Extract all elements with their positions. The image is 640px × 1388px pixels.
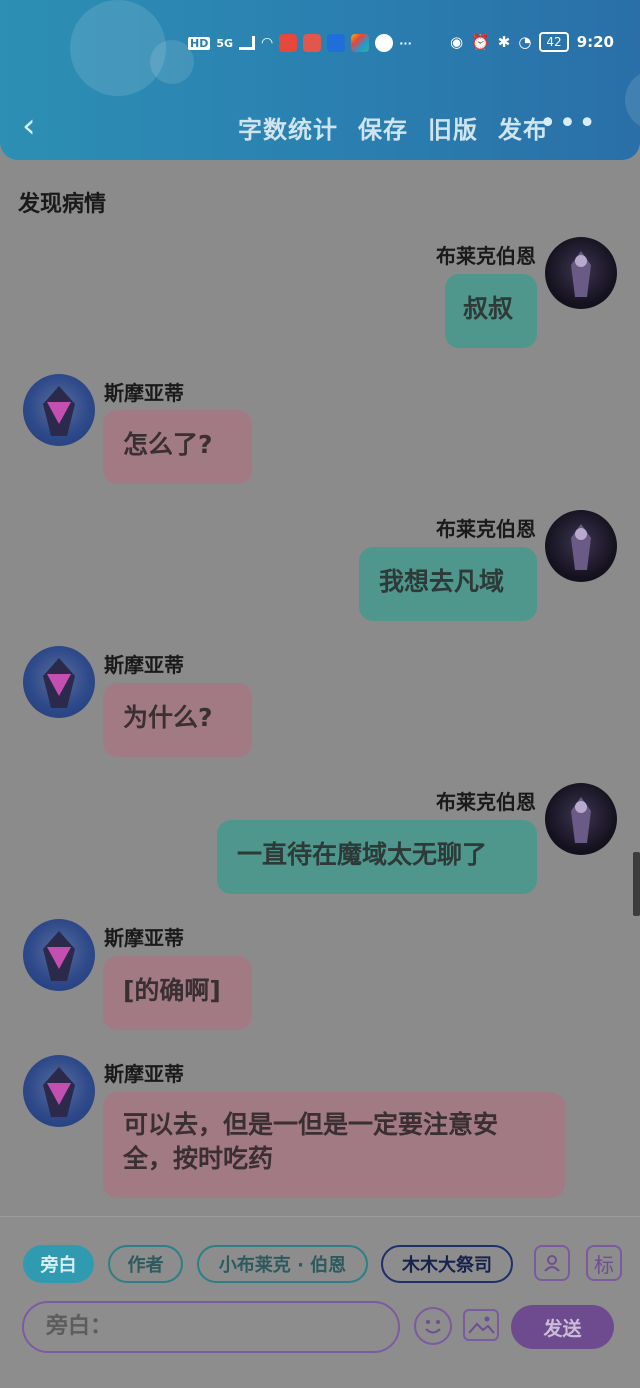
battery-indicator: 42 xyxy=(539,32,569,52)
send-button[interactable]: 发送 xyxy=(511,1305,614,1349)
decor-circle-right xyxy=(625,70,640,130)
signal-icon xyxy=(239,36,256,50)
sender-name: 布莱克伯恩 xyxy=(436,790,536,814)
avatar-smoathi[interactable] xyxy=(23,1055,95,1127)
status-right: ◉ ⏰ ✱ ◔ 42 9:20 xyxy=(450,32,614,52)
person-icon xyxy=(544,1255,560,1272)
message-input[interactable]: 旁白： xyxy=(22,1301,400,1353)
smile-glyph xyxy=(425,1320,441,1334)
sender-name: 布莱克伯恩 xyxy=(436,244,536,268)
character-figure-icon xyxy=(571,251,591,297)
sender-name: 斯摩亚蒂 xyxy=(104,926,184,950)
character-figure-icon xyxy=(43,1067,75,1117)
book-notification-icon xyxy=(303,34,322,52)
more-menu-icon[interactable]: ••• xyxy=(539,106,598,142)
image-icon[interactable] xyxy=(463,1309,499,1341)
avatar-smoathi[interactable] xyxy=(23,646,95,718)
role-chip-author[interactable]: 作者 xyxy=(108,1245,183,1283)
message-bubble[interactable]: 为什么? xyxy=(103,683,252,757)
mark-button[interactable]: 标 xyxy=(586,1245,622,1281)
bluetooth-icon: ✱ xyxy=(497,33,511,51)
character-figure-icon xyxy=(43,658,75,708)
character-figure-icon xyxy=(43,386,75,436)
avatar-blackburn[interactable] xyxy=(545,783,617,855)
character-figure-icon xyxy=(571,797,591,843)
message-bubble[interactable]: 叔叔 xyxy=(445,274,537,348)
word-count-button[interactable]: 字数统计 xyxy=(238,110,338,145)
sender-name: 斯摩亚蒂 xyxy=(104,381,184,405)
role-chip-character-2[interactable]: 木木大祭司 xyxy=(381,1245,513,1283)
status-left: HD 5G ◠ ··· xyxy=(188,34,412,52)
save-button[interactable]: 保存 xyxy=(358,110,408,145)
avatar-smoathi[interactable] xyxy=(23,919,95,991)
app-notification-icon xyxy=(279,34,298,52)
character-manage-icon[interactable] xyxy=(534,1245,570,1281)
avatar-smoathi[interactable] xyxy=(23,374,95,446)
sender-name: 斯摩亚蒂 xyxy=(104,653,184,677)
avatar-blackburn[interactable] xyxy=(545,237,617,309)
network-indicator: 5G xyxy=(216,36,234,50)
speed-icon: ◔ xyxy=(518,33,532,51)
message-bubble[interactable]: 一直待在魔域太无聊了 xyxy=(217,820,537,894)
toolbar: 字数统计 保存 旧版 发布 xyxy=(238,110,548,145)
message-bubble[interactable]: 我想去凡域 xyxy=(359,547,537,621)
wifi-icon: ◠ xyxy=(261,35,274,51)
message-bubble[interactable]: [的确啊] xyxy=(103,956,252,1030)
sender-name: 布莱克伯恩 xyxy=(436,517,536,541)
landscape-glyph xyxy=(468,1316,495,1334)
character-figure-icon xyxy=(43,931,75,981)
top-header: HD 5G ◠ ··· ◉ ⏰ ✱ ◔ 42 9:20 ‹ 字数统计 保存 旧版… xyxy=(0,0,640,160)
clock: 9:20 xyxy=(576,33,614,51)
nfc-icon: ◉ xyxy=(449,33,464,51)
message-notification-icon xyxy=(327,34,346,52)
sender-name: 斯摩亚蒂 xyxy=(104,1062,184,1086)
character-figure-icon xyxy=(571,524,591,570)
role-chip-character-1[interactable]: 小布莱克 · 伯恩 xyxy=(197,1245,368,1283)
back-chevron-icon[interactable]: ‹ xyxy=(22,106,54,146)
role-chip-narration[interactable]: 旁白 xyxy=(23,1245,94,1283)
hd-indicator: HD xyxy=(188,36,211,50)
composer-panel: 旁白 作者 小布莱克 · 伯恩 木木大祭司 标 旁白： 发送 xyxy=(0,1216,640,1388)
scrollbar-thumb[interactable] xyxy=(633,852,640,916)
old-version-button[interactable]: 旧版 xyxy=(428,110,478,145)
image-notification-icon xyxy=(351,34,370,52)
status-bar: HD 5G ◠ ··· ◉ ⏰ ✱ ◔ 42 9:20 xyxy=(0,30,640,64)
chat-title: 发现病情 xyxy=(18,192,107,217)
emoji-icon[interactable] xyxy=(414,1307,452,1345)
message-bubble[interactable]: 怎么了? xyxy=(103,410,252,484)
alarm-icon: ⏰ xyxy=(471,33,490,51)
more-notifications: ··· xyxy=(399,36,412,50)
avatar-blackburn[interactable] xyxy=(545,510,617,582)
browser-notification-icon xyxy=(375,34,394,52)
message-bubble[interactable]: 可以去，但是一但是一定要注意安全，按时吃药 xyxy=(103,1092,565,1198)
